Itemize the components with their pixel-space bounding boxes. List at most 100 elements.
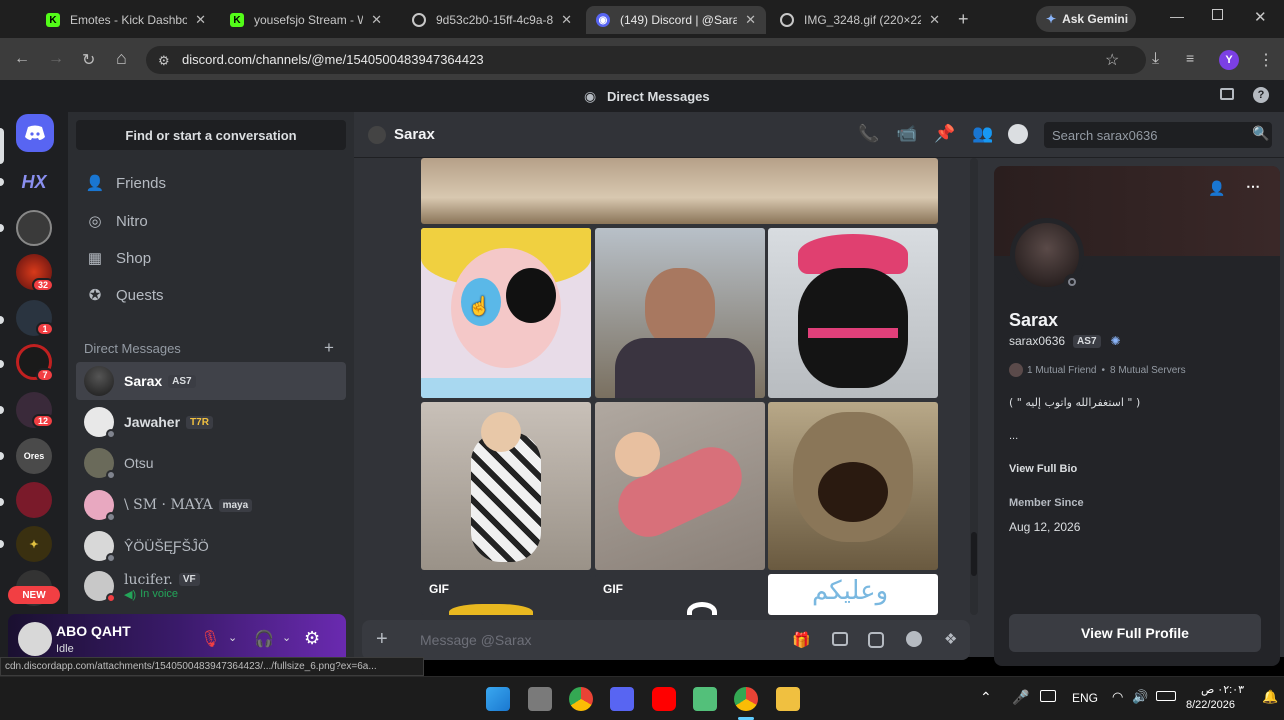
close-tab-icon[interactable]: ✕ [745, 12, 756, 28]
app-icon[interactable] [693, 687, 717, 711]
guild-tag[interactable]: AS7 [1073, 334, 1101, 348]
chrome-icon[interactable] [734, 687, 758, 711]
more-options-icon[interactable]: ⋯ [1246, 178, 1260, 195]
message-composer[interactable]: + Message @Sarax 🎁 ❖ [362, 620, 970, 660]
nav-friends[interactable]: 👤 Friends [76, 166, 346, 200]
microphone-icon[interactable]: 🎤 [1012, 689, 1029, 706]
gif-picker-icon[interactable] [832, 632, 848, 646]
clock-date[interactable]: 8/22/2026 [1186, 699, 1235, 711]
pin-icon[interactable]: 📌 [934, 124, 955, 144]
volume-icon[interactable]: 🔊 [1132, 689, 1148, 705]
user-profile-icon[interactable] [1008, 124, 1028, 144]
gif-attachment[interactable] [768, 228, 938, 398]
download-icon[interactable]: ⤓ [1152, 50, 1159, 68]
browser-tab-2[interactable]: K yousefsjo Stream - Watch ✕ [220, 6, 392, 34]
keyboard-icon[interactable] [1040, 690, 1056, 702]
browser-menu-icon[interactable]: ⋮ [1258, 50, 1274, 70]
maximize-icon[interactable] [1212, 9, 1223, 20]
gif-attachment[interactable]: GIF [595, 574, 765, 615]
nav-quests[interactable]: ✪ Quests [76, 278, 346, 312]
language-indicator[interactable]: ENG [1072, 691, 1098, 705]
apps-icon[interactable]: ❖ [944, 630, 957, 648]
headphones-icon[interactable]: 🎧 [254, 629, 274, 649]
mic-muted-icon[interactable]: 🎙 [200, 629, 220, 649]
minimize-icon[interactable]: — [1170, 8, 1184, 24]
battery-icon[interactable] [1156, 691, 1176, 701]
dm-row-jawaher[interactable]: Jawaher T7R [76, 403, 346, 441]
gif-attachment[interactable] [421, 158, 938, 224]
add-friends-to-dm-icon[interactable]: 👥 [972, 124, 993, 144]
server-ores[interactable]: Ores [16, 438, 52, 474]
gif-attachment[interactable] [595, 402, 765, 570]
gif-attachment[interactable] [595, 228, 765, 398]
gift-icon[interactable]: 🎁 [792, 631, 811, 649]
dm-row-lucifer[interactable]: lucifer. VF ◀) In voice [76, 568, 346, 604]
message-input[interactable]: Message @Sarax [420, 632, 531, 648]
discord-taskbar-icon[interactable] [610, 687, 634, 711]
video-call-icon[interactable]: 📹 [896, 124, 917, 144]
dm-row-maya[interactable]: \ SM · MAYA maya [76, 486, 346, 524]
notifications-icon[interactable]: 🔔 [1262, 689, 1278, 705]
home-icon[interactable]: ⌂ [116, 48, 127, 69]
voice-call-icon[interactable]: 📞 [858, 124, 879, 144]
settings-gear-icon[interactable]: ⚙ [304, 628, 320, 649]
new-unreads-pill[interactable]: NEW [8, 586, 60, 604]
server-icon[interactable]: ✦ [16, 526, 52, 562]
server-hx[interactable]: HX [16, 164, 52, 200]
bookmark-star-icon[interactable]: ☆ [1105, 50, 1119, 70]
file-explorer-icon[interactable] [776, 687, 800, 711]
search-input[interactable]: Search sarax0636 [1044, 122, 1272, 148]
nav-shop[interactable]: ▦ Shop [76, 241, 346, 275]
chat-scrollbar-thumb[interactable] [971, 532, 977, 576]
mutual-servers[interactable]: 8 Mutual Servers [1110, 365, 1186, 376]
chevron-down-icon[interactable]: ⌄ [228, 631, 237, 644]
new-tab-button[interactable]: + [958, 9, 969, 30]
view-full-profile-button[interactable]: View Full Profile [1009, 614, 1261, 652]
find-conversation-button[interactable]: Find or start a conversation [76, 120, 346, 150]
browser-tab-active[interactable]: ◉ (149) Discord | @Sarax ✕ [586, 6, 766, 34]
mutual-friends[interactable]: 1 Mutual Friend [1027, 365, 1096, 376]
close-tab-icon[interactable]: ✕ [561, 12, 572, 28]
dm-row-sarax[interactable]: Sarax AS7 [76, 362, 346, 400]
dm-row-otsu[interactable]: Otsu [76, 444, 346, 482]
url-text[interactable]: discord.com/channels/@me/154050048394736… [182, 52, 484, 67]
gif-attachment[interactable] [768, 402, 938, 570]
task-view-icon[interactable] [528, 687, 552, 711]
clock-time[interactable]: ٠٢:٠٣ ص [1196, 683, 1244, 696]
nav-nitro[interactable]: ◎ Nitro [76, 204, 346, 238]
gif-attachment[interactable] [421, 402, 591, 570]
show-hidden-icons[interactable]: ⌃ [980, 689, 992, 706]
reload-icon[interactable]: ↻ [82, 50, 95, 70]
gif-attachment[interactable]: GIF [421, 574, 591, 615]
view-full-bio-link[interactable]: View Full Bio [1009, 463, 1077, 475]
ask-gemini-button[interactable]: ✦ Ask Gemini [1036, 6, 1136, 32]
youtube-icon[interactable] [652, 687, 676, 711]
add-friend-icon[interactable]: 👤 [1208, 180, 1225, 197]
close-tab-icon[interactable]: ✕ [195, 12, 206, 28]
gif-attachment[interactable] [421, 228, 591, 398]
close-window-icon[interactable]: ✕ [1254, 8, 1267, 26]
forward-icon[interactable]: → [48, 50, 64, 68]
wifi-icon[interactable]: ◠ [1112, 689, 1123, 705]
dm-row-yousef[interactable]: ŶÖÜŠĘƑŠĴÖ [76, 527, 346, 565]
profile-avatar[interactable]: Y [1219, 50, 1239, 70]
chevron-down-icon[interactable]: ⌄ [282, 631, 291, 644]
mutuals-row[interactable]: 1 Mutual Friend • 8 Mutual Servers [1009, 363, 1186, 377]
gif-attachment[interactable]: وعليكم [768, 574, 938, 615]
windows-start-icon[interactable] [486, 687, 510, 711]
server-icon[interactable] [16, 482, 52, 518]
close-tab-icon[interactable]: ✕ [371, 12, 382, 28]
inbox-icon[interactable] [1220, 88, 1234, 100]
help-icon[interactable]: ? [1253, 87, 1269, 103]
chrome-icon[interactable] [569, 687, 593, 711]
browser-tab-5[interactable]: IMG_3248.gif (220×220) ✕ [770, 6, 950, 34]
sticker-icon[interactable] [868, 632, 884, 648]
browser-tab-3[interactable]: 9d53c2b0-15ff-4c9a-8 ✕ [402, 6, 582, 34]
site-info-icon[interactable]: ⚙ [158, 53, 170, 69]
media-controls-icon[interactable]: ≡ [1186, 50, 1194, 66]
emoji-icon[interactable] [906, 631, 922, 647]
create-dm-button[interactable]: + [324, 338, 334, 358]
badge-icon[interactable]: ✺ [1111, 334, 1121, 348]
upload-plus-icon[interactable]: + [376, 628, 388, 651]
chat-recipient[interactable]: Sarax [394, 126, 435, 143]
